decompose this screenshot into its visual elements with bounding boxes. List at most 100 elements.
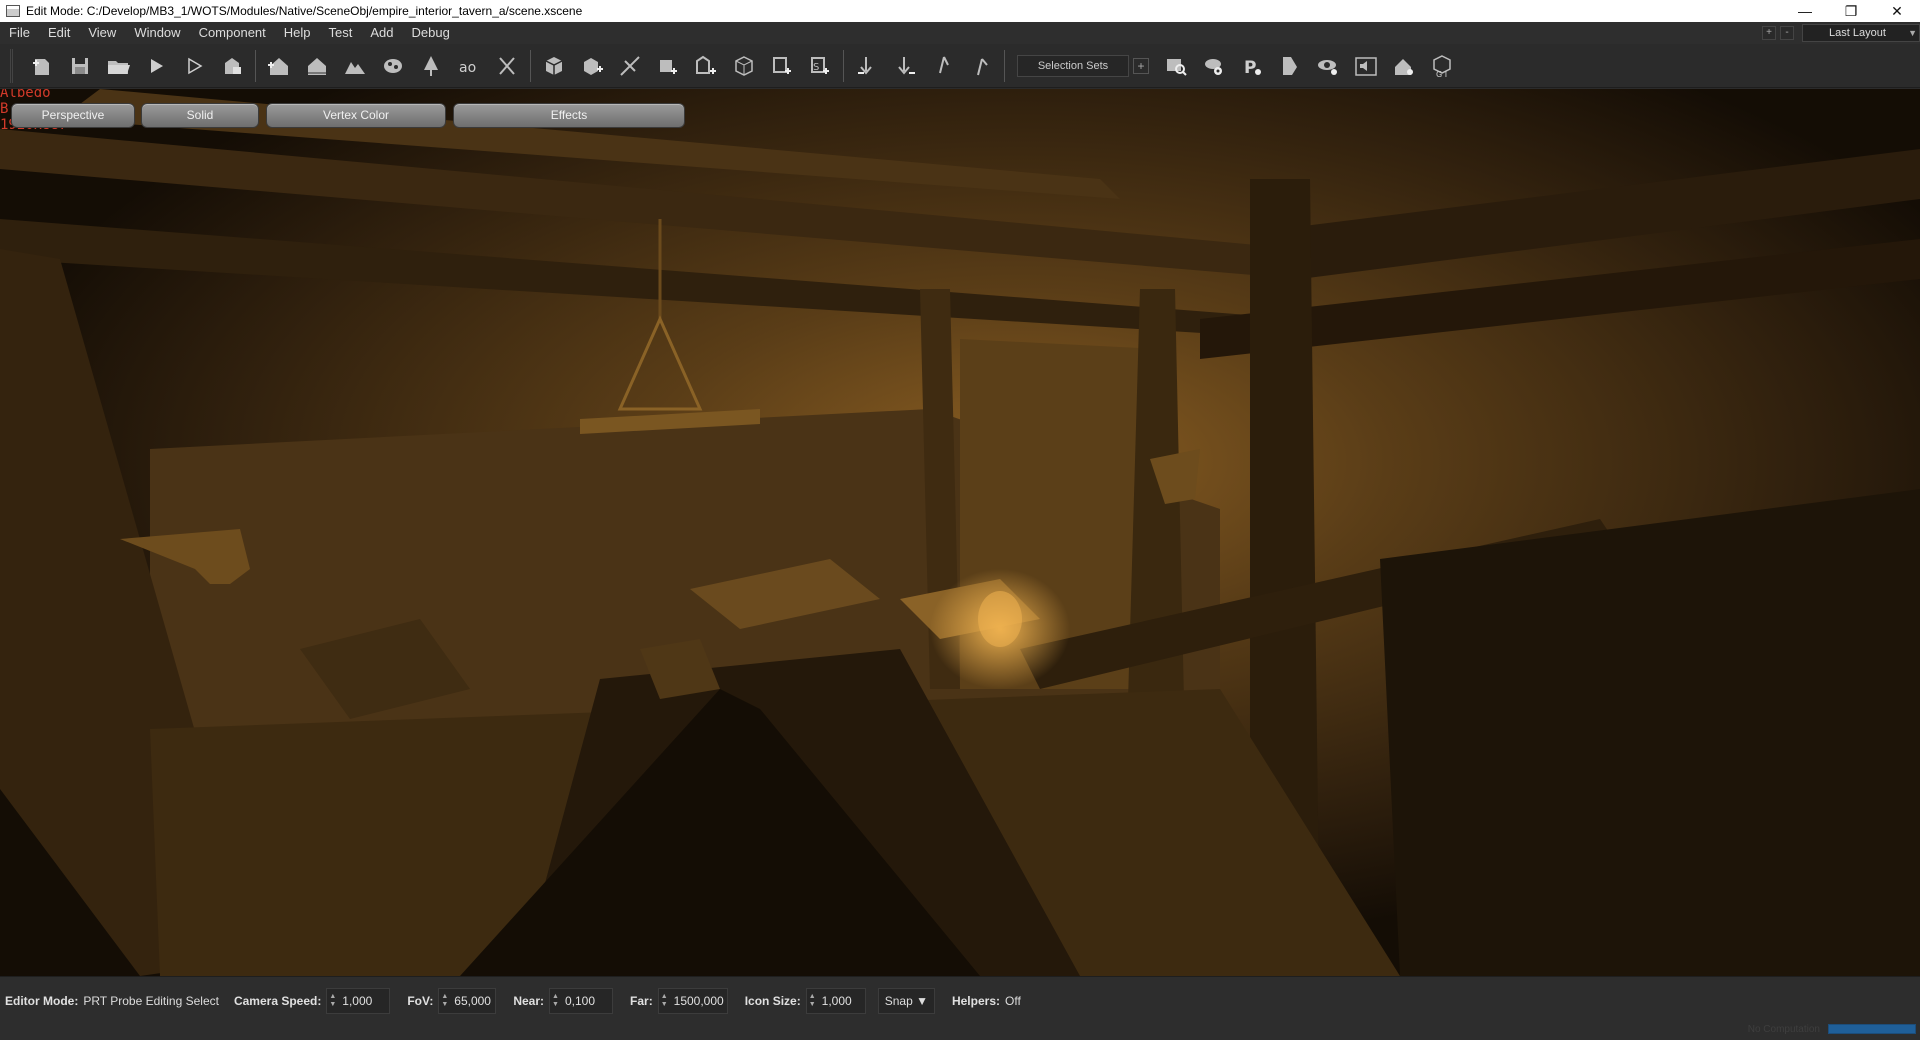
- effects-button[interactable]: Effects: [453, 103, 685, 128]
- debug-b-text: B: [0, 101, 9, 117]
- icon-size-label: Icon Size:: [744, 994, 801, 1008]
- far-label: Far:: [630, 994, 653, 1008]
- new-scene-icon[interactable]: [23, 47, 61, 85]
- window-title: Edit Mode: C:/Develop/MB3_1/WOTS/Modules…: [26, 4, 583, 18]
- split-icon[interactable]: [488, 47, 526, 85]
- snap-dropdown[interactable]: Snap ▼: [877, 988, 935, 1014]
- near-label: Near:: [513, 994, 545, 1008]
- svg-text:S: S: [813, 62, 819, 73]
- selection-sets-dropdown[interactable]: Selection Sets: [1017, 54, 1129, 77]
- menu-window[interactable]: Window: [125, 22, 189, 44]
- helpers-label: Helpers:: [951, 994, 1000, 1008]
- fov-label: FoV:: [407, 994, 434, 1008]
- status-bar: Editor Mode: PRT Probe Editing Select Ca…: [0, 976, 1920, 1040]
- scene-viewport[interactable]: Albedo B 1920x887 Perspective Solid Vert…: [0, 89, 1920, 976]
- mesh-point-icon[interactable]: S: [801, 47, 839, 85]
- sound-icon[interactable]: [1347, 47, 1385, 85]
- main-toolbar: ao S Selection Sets + P G I: [0, 44, 1920, 88]
- mesh-stack-icon[interactable]: [763, 47, 801, 85]
- menu-bar: File Edit View Window Component Help Tes…: [0, 22, 1920, 44]
- svg-text:G I: G I: [1436, 70, 1447, 79]
- far-value: 1500,000: [673, 994, 724, 1008]
- editor-mode-value: PRT Probe Editing Select: [83, 994, 219, 1008]
- anchor-up-icon[interactable]: [924, 47, 962, 85]
- app-icon: [6, 5, 20, 17]
- cloud-house-icon[interactable]: [1385, 47, 1423, 85]
- menu-view[interactable]: View: [79, 22, 125, 44]
- slice-icon[interactable]: [611, 47, 649, 85]
- mesh-add-icon[interactable]: [649, 47, 687, 85]
- close-button[interactable]: ✕: [1874, 0, 1920, 22]
- cube-icon[interactable]: [535, 47, 573, 85]
- helpers-value[interactable]: Off: [1005, 994, 1021, 1008]
- anchor-down-icon[interactable]: [962, 47, 1000, 85]
- brush-icon[interactable]: P: [1233, 47, 1271, 85]
- spin-arrows-icon[interactable]: ▲ ▼: [809, 993, 816, 1009]
- house-icon[interactable]: [260, 47, 298, 85]
- fov-spinbox[interactable]: ▲ ▼ 65,000: [438, 988, 497, 1014]
- spin-arrows-icon[interactable]: ▲ ▼: [441, 993, 448, 1009]
- progress-fill: [1829, 1025, 1915, 1033]
- far-spinbox[interactable]: ▲ ▼ 1500,000: [657, 988, 728, 1014]
- paint-icon[interactable]: [374, 47, 412, 85]
- play-outline-icon[interactable]: [175, 47, 213, 85]
- chevron-down-icon: ▼: [1908, 28, 1917, 38]
- toolbar-separator: [255, 49, 256, 82]
- remove-layout-button[interactable]: -: [1780, 26, 1794, 40]
- gi-icon[interactable]: G I: [1423, 47, 1461, 85]
- tavern-scene-render[interactable]: [0, 89, 1920, 976]
- toolbar-separator: [1004, 49, 1005, 82]
- toolbar-separator: [530, 49, 531, 82]
- layout-select[interactable]: Last Layout ▼: [1802, 24, 1920, 42]
- spin-arrows-icon[interactable]: ▲ ▼: [661, 993, 668, 1009]
- vertex-color-button[interactable]: Vertex Color: [266, 103, 446, 128]
- menu-file[interactable]: File: [0, 22, 39, 44]
- spin-arrows-icon[interactable]: ▲ ▼: [329, 993, 336, 1009]
- menu-debug[interactable]: Debug: [403, 22, 459, 44]
- open-folder-icon[interactable]: [99, 47, 137, 85]
- menu-test[interactable]: Test: [320, 22, 362, 44]
- add-layout-button[interactable]: +: [1762, 26, 1776, 40]
- search-scene-icon[interactable]: [1157, 47, 1195, 85]
- menu-edit[interactable]: Edit: [39, 22, 79, 44]
- minimize-button[interactable]: —: [1782, 0, 1828, 22]
- play-icon[interactable]: [137, 47, 175, 85]
- fov-value: 65,000: [454, 994, 491, 1008]
- chip-icon[interactable]: [1271, 47, 1309, 85]
- spin-arrows-icon[interactable]: ▲ ▼: [552, 993, 559, 1009]
- cube-add-icon[interactable]: [573, 47, 611, 85]
- cloud-settings-icon[interactable]: [1195, 47, 1233, 85]
- computation-status-text: No Computation: [1747, 1024, 1820, 1035]
- terrain-icon[interactable]: [336, 47, 374, 85]
- eye-settings-icon[interactable]: [1309, 47, 1347, 85]
- svg-text:P: P: [1244, 58, 1256, 78]
- menu-component[interactable]: Component: [190, 22, 275, 44]
- house-alt-icon[interactable]: [298, 47, 336, 85]
- near-value: 0,100: [564, 994, 595, 1008]
- near-spinbox[interactable]: ▲ ▼ 0,100: [549, 988, 614, 1014]
- mesh-add-alt-icon[interactable]: [687, 47, 725, 85]
- camera-speed-spinbox[interactable]: ▲ ▼ 1,000: [326, 988, 391, 1014]
- save-icon[interactable]: [61, 47, 99, 85]
- toolbar-grip[interactable]: [10, 48, 13, 83]
- layout-select-label: Last Layout: [1829, 27, 1886, 39]
- computation-progress-bar: [1828, 1024, 1916, 1034]
- menu-add[interactable]: Add: [361, 22, 402, 44]
- anchor-remove-icon[interactable]: [886, 47, 924, 85]
- icon-size-spinbox[interactable]: ▲ ▼ 1,000: [805, 988, 866, 1014]
- camera-speed-label: Camera Speed:: [233, 994, 322, 1008]
- tree-icon[interactable]: [412, 47, 450, 85]
- toolbar-separator: [843, 49, 844, 82]
- lock-scene-icon[interactable]: [213, 47, 251, 85]
- solid-button[interactable]: Solid: [141, 103, 259, 128]
- text-ao-icon[interactable]: ao: [450, 47, 488, 85]
- add-selection-set-button[interactable]: +: [1133, 57, 1149, 74]
- status-row: Editor Mode: PRT Probe Editing Select Ca…: [0, 987, 1031, 1015]
- perspective-button[interactable]: Perspective: [11, 103, 135, 128]
- mesh-frame-icon[interactable]: [725, 47, 763, 85]
- restore-button[interactable]: ❐: [1828, 0, 1874, 22]
- menu-help[interactable]: Help: [275, 22, 320, 44]
- icon-size-value: 1,000: [821, 994, 852, 1008]
- anchor-add-icon[interactable]: [848, 47, 886, 85]
- editor-mode-label: Editor Mode:: [5, 994, 79, 1008]
